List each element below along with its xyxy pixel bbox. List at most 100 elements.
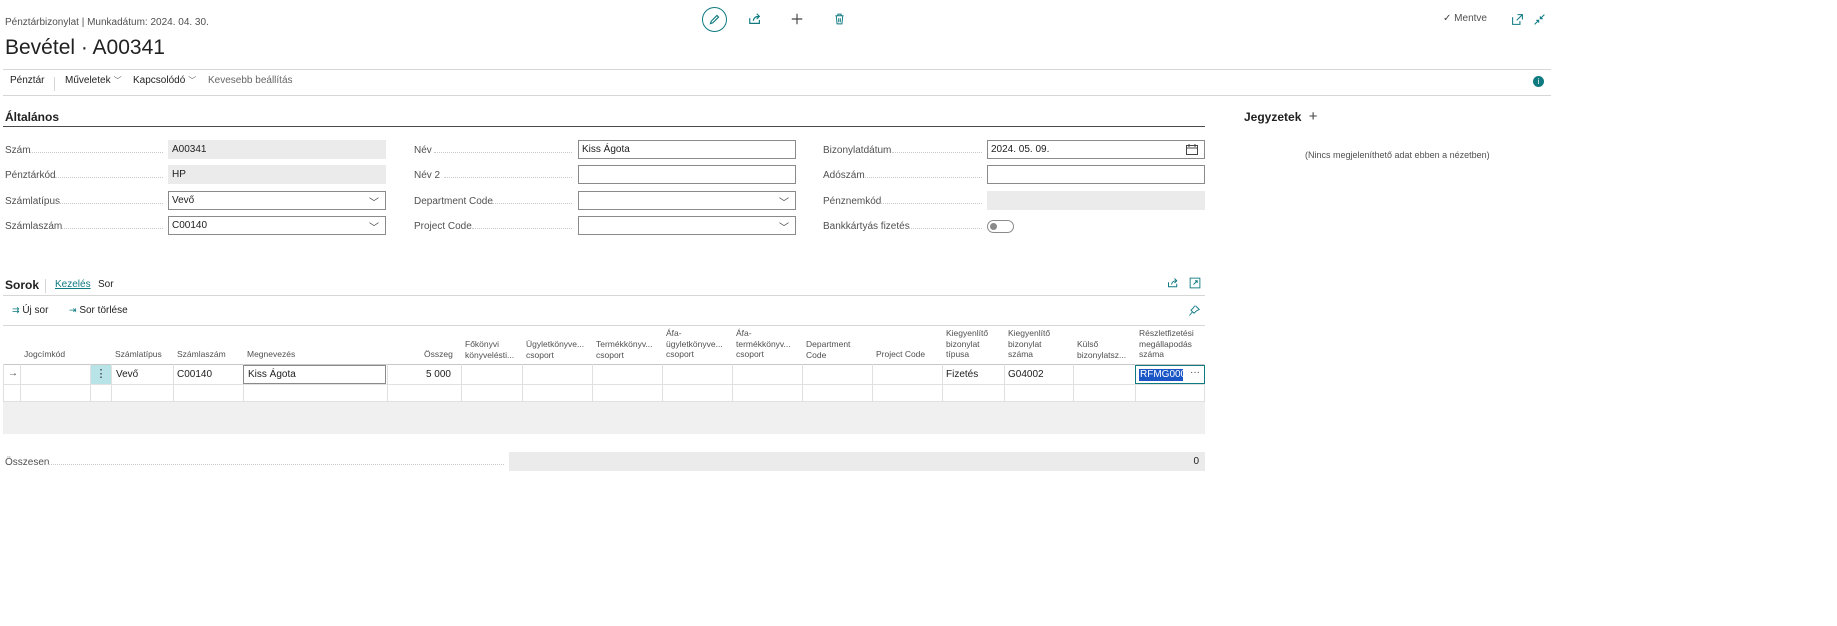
col-header-reszletfizetesi[interactable]: Részletfizetési megállapodás száma <box>1139 328 1203 360</box>
action-muveletek[interactable]: Műveletek ﹀ <box>65 75 122 86</box>
label-leader <box>892 152 982 153</box>
col-header-afa-termek[interactable]: Áfa-termékkönyv... csoport <box>736 328 794 360</box>
nev2-input[interactable] <box>578 165 796 184</box>
new-line-button[interactable]: ⇉ Új sor <box>12 305 48 316</box>
label-leader <box>58 228 163 229</box>
col-header-kiegyenlito-szam[interactable]: Kiegyenlítő bizonylat száma <box>1008 328 1064 360</box>
tab-sor[interactable]: Sor <box>98 279 114 290</box>
col-header-osszeg[interactable]: Összeg <box>424 349 453 360</box>
cell-reszlet-input[interactable]: RFMG0000 ··· <box>1135 365 1205 384</box>
field-label-adoszam: Adószám <box>823 170 865 181</box>
cell-osszeg[interactable]: 5 000 <box>387 369 451 380</box>
szamlatipus-select[interactable]: Vevő ﹀ <box>168 191 386 210</box>
edit-button[interactable] <box>702 7 727 32</box>
new-line-label: Új sor <box>22 305 49 316</box>
add-note-icon[interactable]: + <box>1309 108 1318 125</box>
col-border <box>942 364 943 402</box>
saved-label: Mentve <box>1454 13 1487 24</box>
col-header-kulso-bizonylatszam[interactable]: Külső bizonylatsz... <box>1077 339 1133 360</box>
open-new-window-icon <box>1511 13 1523 25</box>
chevron-down-icon: ﹀ <box>779 223 789 234</box>
field-label-penznemkod: Pénznemkód <box>823 196 882 207</box>
pin-icon <box>1189 305 1201 316</box>
field-label-szamlaszam: Számlaszám <box>5 221 63 232</box>
action-muveletek-label: Műveletek <box>65 75 111 86</box>
szamlaszam-value: C00140 <box>172 220 208 231</box>
col-border <box>173 364 174 402</box>
row-menu-button[interactable]: ⋮ <box>91 365 111 384</box>
field-label-nev2: Név 2 <box>414 170 441 181</box>
col-header-termekkonyvelesi[interactable]: Termékkönyv... csoport <box>596 339 654 360</box>
new-button[interactable] <box>786 8 808 30</box>
col-border <box>1073 364 1074 402</box>
lines-expand-button[interactable] <box>1184 272 1206 294</box>
col-border <box>1004 364 1005 402</box>
breadcrumb: Pénztárbizonylat | Munkadátum: 2024. 04.… <box>5 17 209 28</box>
chevron-down-icon: ﹀ <box>188 76 197 85</box>
tab-separator <box>45 279 46 293</box>
share-button[interactable] <box>744 8 766 30</box>
edit-icon <box>709 14 720 25</box>
label-leader <box>865 177 982 178</box>
calendar-icon[interactable] <box>1186 144 1198 155</box>
cell-kiegyenlito-tipus[interactable]: Fizetés <box>946 369 978 380</box>
actionbar-divider <box>3 95 1551 96</box>
col-header-kiegyenlito-tipus[interactable]: Kiegyenlítő bizonylat típusa <box>946 328 996 360</box>
bankkartyas-fizetes-toggle[interactable] <box>987 220 1014 233</box>
action-penztar[interactable]: Pénztár <box>10 75 44 86</box>
delete-button[interactable] <box>828 8 850 30</box>
col-header-fokonyvi[interactable]: Főkönyvi könyvelésti... <box>465 339 517 360</box>
col-border <box>522 364 523 402</box>
lines-title: Sorok <box>5 278 40 292</box>
collapse-button[interactable] <box>1528 8 1550 30</box>
lines-share-button[interactable] <box>1162 272 1184 294</box>
field-label-penztarkod: Pénztárkód <box>5 170 56 181</box>
info-icon[interactable]: i <box>1533 76 1544 87</box>
label-leader <box>472 228 572 229</box>
notes-title: Jegyzetek + <box>1244 108 1317 125</box>
delete-line-button[interactable]: ⇥ Sor törlése <box>69 305 128 316</box>
col-border <box>461 364 462 402</box>
action-fewer-options[interactable]: Kevesebb beállítás <box>208 75 293 86</box>
lines-divider <box>3 295 1205 296</box>
cell-kiegyenlito-szam[interactable]: G04002 <box>1008 369 1044 380</box>
szamlaszam-select[interactable]: C00140 ﹀ <box>168 216 386 235</box>
adoszam-input[interactable] <box>987 165 1205 184</box>
col-header-megnevezes[interactable]: Megnevezés <box>247 349 295 360</box>
personalize-button[interactable] <box>1188 305 1201 320</box>
label-leader <box>492 203 572 204</box>
new-line-icon: ⇉ <box>12 305 20 315</box>
col-header-afa-ugylet[interactable]: Áfa-ügyletkönyve... csoport <box>666 328 726 360</box>
label-leader <box>444 177 572 178</box>
col-header-szamlaszam[interactable]: Számlaszám <box>177 349 226 360</box>
col-header-department-code[interactable]: Department Code <box>806 339 862 360</box>
col-border <box>3 364 4 402</box>
action-kapcsolodo[interactable]: Kapcsolódó ﹀ <box>133 75 196 86</box>
field-label-szamlatipus: Számlatípus <box>5 196 61 207</box>
cell-szamlaszam[interactable]: C00140 <box>177 369 212 380</box>
bizonylatdatum-input[interactable]: 2024. 05. 09. <box>987 140 1205 159</box>
checkmark-icon: ✓ <box>1443 13 1452 24</box>
field-label-department-code: Department Code <box>414 196 493 207</box>
tab-kezeles[interactable]: Kezelés <box>55 279 91 290</box>
department-code-select[interactable]: ﹀ <box>578 191 796 210</box>
col-header-jogcimkod[interactable]: Jogcímkód <box>24 349 65 360</box>
col-header-project-code[interactable]: Project Code <box>876 349 925 360</box>
cell-szamlatipus[interactable]: Vevő <box>116 369 138 380</box>
section-underline <box>3 126 1205 127</box>
col-header-ugyletkonyvelesi[interactable]: Ügyletkönyve... csoport <box>526 339 588 360</box>
plus-icon <box>791 13 803 25</box>
label-leader <box>880 203 982 204</box>
penznemkod-field <box>987 191 1205 210</box>
penztarkod-field: HP <box>168 165 386 184</box>
header-divider <box>3 69 1551 70</box>
project-code-select[interactable]: ﹀ <box>578 216 796 235</box>
chevron-down-icon: ﹀ <box>369 223 379 234</box>
col-header-szamlatipus[interactable]: Számlatípus <box>115 349 162 360</box>
nev-input[interactable]: Kiss Ágota <box>578 140 796 159</box>
cell-megnevezes-input[interactable]: Kiss Ágota <box>243 365 386 384</box>
lookup-ellipsis-icon[interactable]: ··· <box>1190 367 1200 378</box>
open-new-window-button[interactable] <box>1506 8 1528 30</box>
col-border <box>872 364 873 402</box>
collapse-icon <box>1533 13 1545 25</box>
